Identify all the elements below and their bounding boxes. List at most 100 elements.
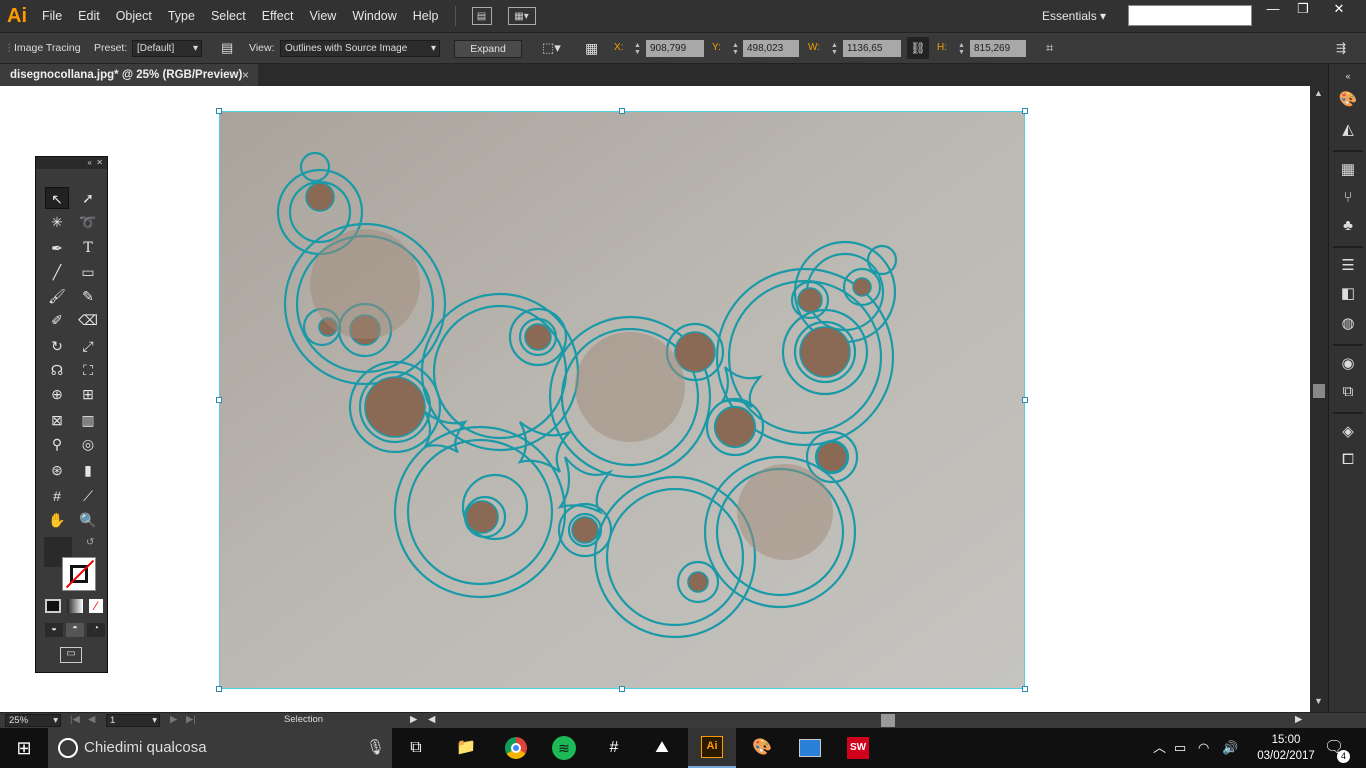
menu-help[interactable]: Help: [405, 0, 447, 32]
menu-effect[interactable]: Effect: [254, 0, 302, 32]
selection-handle[interactable]: [619, 686, 625, 692]
status-text[interactable]: Selection: [284, 714, 323, 725]
blend-tool-icon[interactable]: ◎: [76, 433, 100, 455]
vertical-scrollbar[interactable]: ▲ ▼: [1310, 86, 1328, 712]
w-field[interactable]: 1136,65 mm: [843, 40, 901, 71]
scroll-down-icon[interactable]: ▼: [1314, 696, 1323, 706]
draw-normal-icon[interactable]: ◒: [45, 623, 63, 637]
close-icon[interactable]: ✕: [1320, 0, 1358, 20]
draw-inside-icon[interactable]: ◔: [87, 623, 105, 637]
shape-builder-tool-icon[interactable]: ⊕: [45, 383, 69, 405]
scroll-right-icon[interactable]: ▶: [1295, 714, 1302, 725]
x-field[interactable]: 908,799 mm: [646, 40, 704, 71]
direct-selection-tool-icon[interactable]: ➚: [76, 187, 100, 209]
color-guide-icon[interactable]: 🎨: [1338, 90, 1358, 110]
menu-file[interactable]: File: [34, 0, 70, 32]
symbols-icon[interactable]: ♣: [1338, 216, 1358, 236]
appearance-icon[interactable]: ◉: [1338, 354, 1358, 374]
magic-wand-tool-icon[interactable]: ✳: [45, 211, 69, 233]
paint-icon[interactable]: 🎨: [738, 728, 786, 768]
rotate-tool-icon[interactable]: ↻: [45, 335, 69, 357]
artboard-canvas[interactable]: [0, 86, 1310, 712]
hand-tool-icon[interactable]: ✋: [45, 509, 69, 531]
photos-icon[interactable]: ⛰: [638, 728, 686, 768]
x-stepper-icon[interactable]: ▲ ▼: [633, 42, 642, 56]
collapse-dock-icon[interactable]: «: [1338, 66, 1358, 86]
artboards-icon[interactable]: ⧠: [1338, 450, 1358, 470]
h-stepper-icon[interactable]: ▲ ▼: [957, 42, 966, 56]
warp-tool-icon[interactable]: ☊: [45, 359, 69, 381]
blob-brush-tool-icon[interactable]: ✐: [45, 309, 69, 331]
volume-icon[interactable]: 🔊: [1222, 728, 1238, 768]
selection-handle[interactable]: [1022, 397, 1028, 403]
transform-icon[interactable]: ⌗: [1046, 33, 1053, 63]
constrain-proportions-icon[interactable]: ⛓: [907, 37, 929, 59]
scroll-up-icon[interactable]: ▲: [1314, 88, 1323, 98]
microphone-icon[interactable]: 🎙: [366, 728, 385, 768]
align-selection-icon[interactable]: ⬚▾: [542, 33, 561, 63]
line-tool-icon[interactable]: ╱: [45, 261, 69, 283]
color-mode-icon[interactable]: [45, 599, 61, 613]
stroke-swatch-icon[interactable]: [62, 557, 96, 591]
restore-icon[interactable]: ❐: [1284, 0, 1322, 20]
menu-edit[interactable]: Edit: [70, 0, 108, 32]
collapse-tools-icon[interactable]: «: [87, 158, 91, 167]
perspective-grid-tool-icon[interactable]: ⊞: [76, 383, 100, 405]
swatches-icon[interactable]: ▦: [1338, 160, 1358, 180]
scale-tool-icon[interactable]: ⤢: [76, 335, 100, 357]
y-stepper-icon[interactable]: ▲ ▼: [731, 42, 740, 56]
selection-handle[interactable]: [216, 108, 222, 114]
clock[interactable]: 15:00 03/02/2017: [1256, 732, 1316, 764]
tools-panel-header[interactable]: « ✕: [36, 157, 107, 169]
close-tools-icon[interactable]: ✕: [96, 158, 103, 167]
arrange-documents-icon[interactable]: ▦▾: [507, 7, 536, 25]
reference-point-icon[interactable]: ▦: [585, 33, 598, 63]
slice-tool-icon[interactable]: ⟋: [76, 485, 100, 507]
stroke-icon[interactable]: ☰: [1338, 256, 1358, 276]
menu-window[interactable]: Window: [344, 0, 404, 32]
selection-tool-icon[interactable]: ↖: [45, 187, 69, 209]
screen-mode-icon[interactable]: ▭: [60, 647, 82, 663]
remote-desktop-icon[interactable]: [786, 728, 834, 768]
lasso-tool-icon[interactable]: ➰: [76, 211, 100, 233]
symbol-sprayer-tool-icon[interactable]: ⊛: [45, 459, 69, 481]
vertical-scroll-thumb[interactable]: [1313, 384, 1325, 398]
expand-button[interactable]: Expand: [454, 40, 522, 58]
mesh-tool-icon[interactable]: ⊠: [45, 409, 69, 431]
color-icon[interactable]: ◭: [1338, 120, 1358, 140]
tracing-panel-icon[interactable]: ▤: [221, 33, 233, 63]
selection-handle[interactable]: [619, 108, 625, 114]
selection-handle[interactable]: [216, 686, 222, 692]
spotify-icon[interactable]: ≋: [540, 728, 588, 768]
pencil-tool-icon[interactable]: ✎: [76, 285, 100, 307]
w-stepper-icon[interactable]: ▲ ▼: [830, 42, 839, 56]
pen-tool-icon[interactable]: ✒: [45, 237, 69, 259]
transparency-icon[interactable]: ◍: [1338, 314, 1358, 334]
chrome-icon[interactable]: [492, 728, 540, 768]
cortana-search-box[interactable]: Chiedimi qualcosa 🎙: [48, 728, 392, 768]
paintbrush-tool-icon[interactable]: 🖌: [45, 285, 69, 307]
show-hidden-icons-icon[interactable]: ︿: [1153, 728, 1166, 768]
artboard-tool-icon[interactable]: #: [45, 485, 69, 507]
panel-menu-icon[interactable]: ⇶: [1336, 33, 1346, 63]
status-menu-icon[interactable]: ▶: [410, 714, 417, 725]
image-tracing-label[interactable]: Image Tracing: [14, 33, 81, 63]
gradient-icon[interactable]: ◧: [1338, 284, 1358, 304]
h-field[interactable]: 815,269 mm: [970, 40, 1026, 71]
gradient-mode-icon[interactable]: [67, 599, 83, 613]
battery-icon[interactable]: ▭: [1174, 728, 1186, 768]
y-field[interactable]: 498,023 mm: [743, 40, 799, 71]
layers-icon[interactable]: ◈: [1338, 422, 1358, 442]
traced-image[interactable]: [219, 111, 1025, 689]
next-artboard-icon[interactable]: ▶: [170, 714, 177, 725]
selection-handle[interactable]: [216, 397, 222, 403]
wifi-icon[interactable]: ◠: [1198, 728, 1209, 768]
swap-fill-stroke-icon[interactable]: ↺: [86, 537, 94, 548]
artboard-navigator[interactable]: 1 ▾: [106, 714, 160, 727]
selection-handle[interactable]: [1022, 686, 1028, 692]
slack-icon[interactable]: #: [590, 728, 638, 768]
brushes-icon[interactable]: ⑂: [1338, 188, 1358, 208]
first-artboard-icon[interactable]: |◀: [70, 714, 80, 725]
rectangle-tool-icon[interactable]: ▭: [76, 261, 100, 283]
illustrator-taskbar-icon[interactable]: Ai: [688, 728, 736, 768]
